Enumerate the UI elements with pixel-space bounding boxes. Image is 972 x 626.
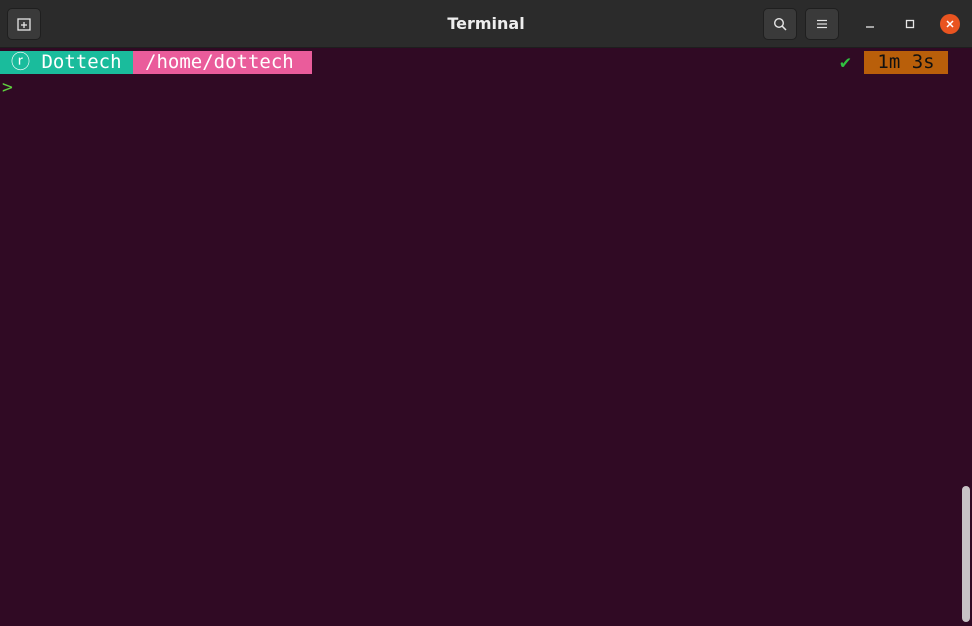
prompt-symbol: > [2, 77, 13, 98]
search-button[interactable] [763, 8, 797, 40]
maximize-button[interactable] [900, 14, 920, 34]
prompt-path-segment: /home/dottech [133, 51, 312, 74]
title-bar: Terminal [0, 0, 972, 48]
prompt-user-segment: ⓡ Dottech [0, 51, 133, 74]
hamburger-menu-icon [817, 19, 827, 29]
command-duration: 1m 3s [864, 51, 948, 74]
new-tab-button[interactable] [7, 8, 41, 40]
close-button[interactable] [940, 14, 960, 34]
close-icon [946, 20, 954, 28]
minimize-icon [866, 26, 874, 28]
terminal-window: Terminal ⓡ Dottech /home/dottech ✔ 1m 3s… [0, 0, 972, 626]
terminal-area[interactable]: ⓡ Dottech /home/dottech ✔ 1m 3s > [0, 48, 972, 626]
menu-button[interactable] [805, 8, 839, 40]
success-check-icon: ✔ [840, 52, 851, 73]
prompt-user: Dottech [41, 51, 122, 73]
scrollbar-thumb[interactable] [962, 486, 970, 622]
maximize-icon [905, 19, 915, 29]
minimize-button[interactable] [860, 14, 880, 34]
new-tab-icon [17, 18, 31, 31]
user-icon: ⓡ [11, 51, 31, 73]
prompt-path: /home/dottech [145, 51, 294, 73]
search-icon [773, 17, 787, 31]
